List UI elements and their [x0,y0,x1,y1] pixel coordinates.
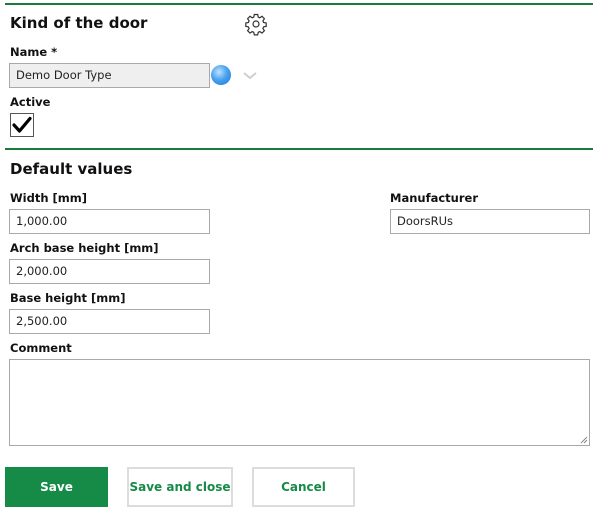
manufacturer-label: Manufacturer [390,191,478,205]
check-icon [12,116,32,133]
page-title: Kind of the door [10,14,148,32]
globe-icon[interactable] [211,65,231,85]
width-input[interactable]: 1,000.00 [9,209,210,234]
width-label: Width [mm] [10,191,88,205]
save-and-close-button[interactable]: Save and close [127,467,233,507]
section-divider [5,148,593,150]
base-height-input[interactable]: 2,500.00 [9,309,210,334]
save-button[interactable]: Save [5,467,108,507]
manufacturer-input[interactable]: DoorsRUs [390,209,590,234]
cancel-button[interactable]: Cancel [252,467,355,507]
default-values-title: Default values [10,160,133,178]
name-label: Name * [10,45,58,59]
active-checkbox[interactable] [10,113,34,137]
name-input[interactable]: Demo Door Type [9,63,210,88]
active-label: Active [10,95,51,109]
base-height-label: Base height [mm] [10,291,126,305]
resize-grip-icon[interactable] [579,435,588,444]
gear-icon[interactable] [244,12,268,36]
top-divider [5,3,593,5]
comment-label: Comment [10,341,72,355]
chevron-down-icon[interactable] [241,67,259,80]
arch-base-height-label: Arch base height [mm] [10,241,159,255]
comment-textarea[interactable] [9,359,590,446]
arch-base-height-input[interactable]: 2,000.00 [9,259,210,284]
